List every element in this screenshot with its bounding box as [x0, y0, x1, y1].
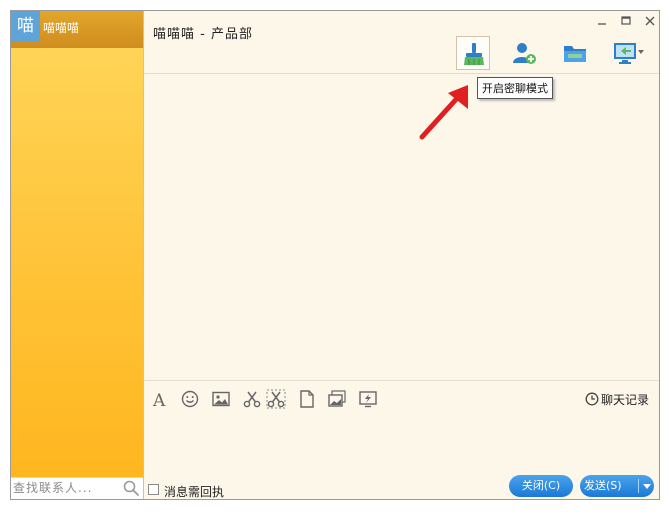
contact-name: 喵喵喵 — [43, 21, 80, 35]
receipt-checkbox[interactable] — [148, 484, 159, 495]
screen-share-icon[interactable] — [358, 389, 378, 409]
send-divider — [638, 479, 639, 493]
tools-divider — [144, 380, 659, 381]
clock-icon — [585, 392, 599, 406]
page-title: 喵喵喵 - 产品部 — [153, 27, 253, 42]
font-icon[interactable]: A — [150, 389, 170, 409]
add-user-icon — [513, 43, 536, 64]
contact-item[interactable]: 喵 喵喵喵 — [11, 11, 143, 48]
chat-history-button[interactable]: 聊天记录 — [585, 390, 653, 408]
chevron-down-icon[interactable] — [640, 475, 654, 497]
search-input[interactable] — [11, 478, 116, 498]
folder-icon — [564, 46, 586, 62]
screenshot-icon[interactable] — [242, 389, 262, 409]
file-icon[interactable] — [297, 389, 317, 409]
search-icon[interactable] — [122, 479, 140, 497]
receipt-option[interactable]: 消息需回执 — [148, 483, 238, 499]
minimize-icon[interactable] — [594, 13, 610, 29]
broom-icon — [464, 43, 484, 65]
avatar: 喵 — [11, 11, 40, 42]
message-input[interactable] — [144, 411, 659, 471]
chat-window: 喵 喵喵喵 喵喵喵 - 产品部 — [10, 10, 660, 500]
contact-search — [11, 477, 143, 499]
file-transfer-button[interactable] — [558, 36, 592, 70]
remote-assist-button[interactable] — [609, 36, 649, 70]
image-icon[interactable] — [211, 389, 231, 409]
chat-main: 喵喵喵 - 产品部 开启密聊模式 A 聊天记录 消息需回执 关闭(C) 发送(S… — [144, 11, 659, 499]
receipt-label: 消息需回执 — [164, 485, 225, 499]
contact-sidebar: 喵 喵喵喵 — [11, 11, 144, 499]
maximize-icon[interactable] — [618, 13, 634, 29]
emoji-icon[interactable] — [180, 389, 200, 409]
photo-album-icon[interactable] — [327, 389, 347, 409]
svg-text:A: A — [152, 391, 166, 409]
send-button-group: 发送(S) — [580, 475, 654, 497]
close-icon[interactable] — [642, 13, 658, 29]
monitor-icon — [614, 43, 644, 64]
close-button[interactable]: 关闭(C) — [509, 475, 573, 497]
chat-history-label: 聊天记录 — [601, 393, 650, 407]
send-button[interactable]: 发送(S) — [580, 475, 638, 497]
secret-chat-button[interactable] — [456, 36, 490, 70]
message-display-area[interactable] — [144, 74, 659, 380]
add-member-button[interactable] — [507, 36, 541, 70]
screenshot-hide-window-icon[interactable] — [266, 389, 286, 409]
